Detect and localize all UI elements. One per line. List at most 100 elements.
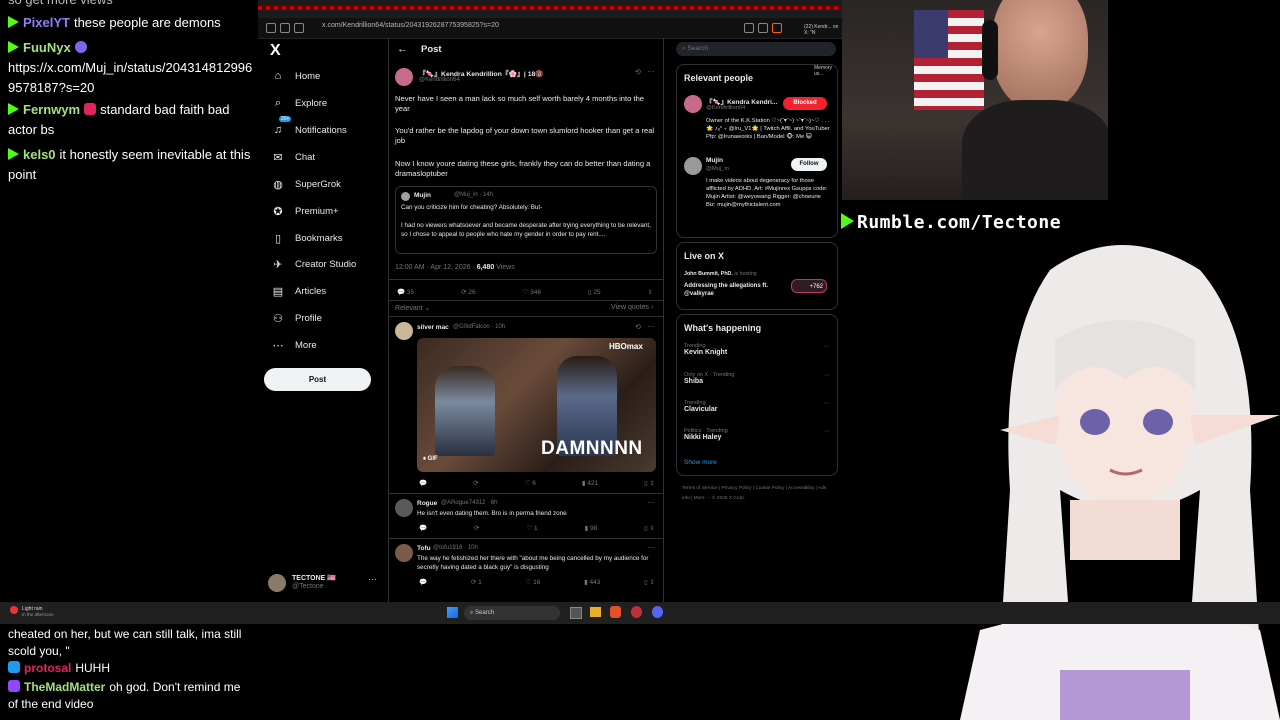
- trend-item[interactable]: Trending Kevin Knight ···: [684, 343, 830, 365]
- follow-button[interactable]: Follow: [791, 158, 827, 171]
- more-icon[interactable]: ···: [647, 67, 655, 76]
- url-text[interactable]: x.com/Kendrillion64/status/2043192628775…: [322, 22, 499, 29]
- brave-icon[interactable]: [610, 606, 621, 618]
- like-button[interactable]: ♡ 16: [525, 578, 540, 586]
- more-icon[interactable]: ···: [647, 322, 655, 331]
- views-button[interactable]: ▮ 443: [584, 578, 600, 586]
- nav-item-notifications[interactable]: ♫ 20+ Notifications: [270, 116, 347, 140]
- bookmark-button[interactable]: ▯ 25: [588, 288, 601, 296]
- x-logo-icon[interactable]: X: [270, 42, 281, 60]
- sort-relevant-button[interactable]: Relevant ⌄: [395, 304, 430, 312]
- share-icon[interactable]: [758, 23, 768, 33]
- more-icon[interactable]: ···: [647, 498, 655, 507]
- show-more-link[interactable]: Show more: [684, 459, 717, 466]
- repost-button[interactable]: ⟳ 26: [461, 288, 476, 296]
- views-button[interactable]: ▮ 98: [585, 524, 598, 532]
- repost-button[interactable]: ⟳: [474, 524, 479, 532]
- avatar[interactable]: [395, 499, 413, 517]
- grok-icon[interactable]: ⟲: [635, 323, 641, 331]
- weather-icon[interactable]: [10, 606, 18, 614]
- repost-button[interactable]: ⟳: [473, 479, 478, 487]
- search-input[interactable]: ⌕ Search: [676, 42, 836, 56]
- tab-strip[interactable]: [258, 6, 842, 10]
- like-button[interactable]: ♡ 346: [523, 288, 542, 296]
- reply-button[interactable]: 💬: [419, 524, 427, 532]
- account-switcher[interactable]: TECTONE 🇺🇸 @Tectone ···: [268, 572, 378, 594]
- nav-item-profile[interactable]: ⚇ Profile: [270, 308, 322, 328]
- nav-item-premium[interactable]: ✪ Premium+: [270, 201, 338, 221]
- avatar[interactable]: [395, 322, 413, 340]
- more-icon[interactable]: ···: [823, 343, 830, 350]
- trend-item[interactable]: Politics · Trending Nikki Haley ···: [684, 428, 830, 450]
- nav-item-supergrok[interactable]: ◍ SuperGrok: [270, 174, 341, 194]
- nav-item-explore[interactable]: ⌕ Explore: [270, 93, 327, 113]
- start-icon[interactable]: [447, 607, 458, 618]
- chat-message-partial: so get more views: [8, 0, 253, 10]
- account-name: TECTONE 🇺🇸: [292, 575, 336, 582]
- more-icon[interactable]: ···: [823, 428, 830, 435]
- task-view-icon[interactable]: [570, 607, 582, 619]
- like-button[interactable]: ♡ 1: [526, 524, 537, 532]
- views-button[interactable]: ▮ 421: [582, 479, 598, 487]
- address-bar[interactable]: x.com/Kendrillion64/status/2043192628775…: [258, 18, 842, 39]
- share-icon[interactable]: ⇪: [648, 288, 653, 296]
- avatar[interactable]: [395, 544, 413, 562]
- app-icon[interactable]: [631, 606, 642, 618]
- avatar[interactable]: [684, 157, 702, 175]
- post-button[interactable]: Post: [264, 368, 371, 391]
- taskbar-search[interactable]: ⌕ Search: [464, 606, 560, 620]
- nav-item-chat[interactable]: ✉ Chat: [270, 147, 315, 167]
- more-icon[interactable]: ···: [647, 543, 655, 552]
- footer-links[interactable]: Terms of Service | Privacy Policy | Cook…: [682, 484, 832, 504]
- chat-message: Fernwym standard bad faith bad actor bs: [8, 100, 253, 140]
- avatar[interactable]: [684, 95, 702, 113]
- repost-button[interactable]: ⟳ 1: [471, 578, 482, 586]
- bookmark-button[interactable]: ▯ ⇪: [644, 578, 655, 586]
- person-handle[interactable]: @Muj_in: [706, 166, 729, 172]
- refresh-icon[interactable]: [294, 23, 304, 33]
- nav-item-creator-studio[interactable]: ✈ Creator Studio: [270, 254, 356, 274]
- nav-item-more[interactable]: ⋯ More: [270, 335, 317, 355]
- trend-item[interactable]: Only on X · Trending Shiba ···: [684, 372, 830, 394]
- quoted-tweet[interactable]: Mujin @Muj_in · 14h Can you criticize hi…: [395, 186, 657, 254]
- reply-author[interactable]: silver mac: [417, 324, 449, 331]
- back-icon[interactable]: [266, 23, 276, 33]
- more-icon[interactable]: ···: [368, 574, 377, 584]
- blocked-button[interactable]: Blocked: [783, 97, 827, 110]
- like-button[interactable]: ♡ 6: [525, 479, 536, 487]
- nav-item-home[interactable]: ⌂ Home: [270, 66, 321, 86]
- file-explorer-icon[interactable]: [590, 607, 601, 617]
- person-name[interactable]: Mujin: [706, 157, 723, 164]
- reply-actions: 💬 ⟳ 1 ♡ 16 ▮ 443 ▯ ⇪: [419, 578, 655, 586]
- reply-handle[interactable]: @ARogue74312 · 6h: [441, 500, 497, 506]
- grok-icon[interactable]: ⟲: [635, 68, 641, 76]
- extension-icon[interactable]: [744, 23, 754, 33]
- author-handle[interactable]: @Kendrillion64: [419, 77, 460, 83]
- discord-icon[interactable]: [652, 606, 663, 618]
- reply-author[interactable]: Rogue: [417, 500, 437, 507]
- reply-button[interactable]: 💬: [419, 479, 427, 487]
- browser-tab-bar[interactable]: [258, 0, 842, 18]
- back-arrow-icon[interactable]: ←: [397, 43, 408, 55]
- view-quotes-link[interactable]: View quotes ›: [611, 304, 653, 311]
- bookmark-button[interactable]: ▯ ⇪: [644, 479, 655, 487]
- reply-author[interactable]: Tofu: [417, 545, 431, 552]
- nav-item-articles[interactable]: ▤ Articles: [270, 281, 326, 301]
- reply-handle[interactable]: @G0ldFalcon · 10h: [453, 324, 505, 330]
- reply-button[interactable]: 💬 35: [397, 288, 414, 296]
- trend-item[interactable]: Trending Clavicular ···: [684, 400, 830, 422]
- person-handle[interactable]: @Kendrillion64: [706, 105, 745, 111]
- brave-shield-icon[interactable]: [772, 23, 782, 33]
- more-icon[interactable]: ···: [823, 372, 830, 379]
- bookmark-button[interactable]: ▯ ⇪: [644, 524, 655, 532]
- nav-more-icon: ⋯: [272, 339, 284, 352]
- gif-media[interactable]: HBOmax DAMNNNN ⏸ GIF: [417, 338, 656, 472]
- gif-label[interactable]: ⏸ GIF: [423, 456, 438, 463]
- more-icon[interactable]: ···: [823, 400, 830, 407]
- avatar[interactable]: [395, 68, 413, 86]
- live-on-x-card[interactable]: Live on X John Bummit, PhD. is hosting A…: [676, 242, 838, 310]
- nav-item-bookmarks[interactable]: ▯ Bookmarks: [270, 228, 343, 248]
- reply-handle[interactable]: @tofu1916 · 10h: [433, 545, 478, 551]
- forward-icon[interactable]: [280, 23, 290, 33]
- reply-button[interactable]: 💬: [419, 578, 427, 586]
